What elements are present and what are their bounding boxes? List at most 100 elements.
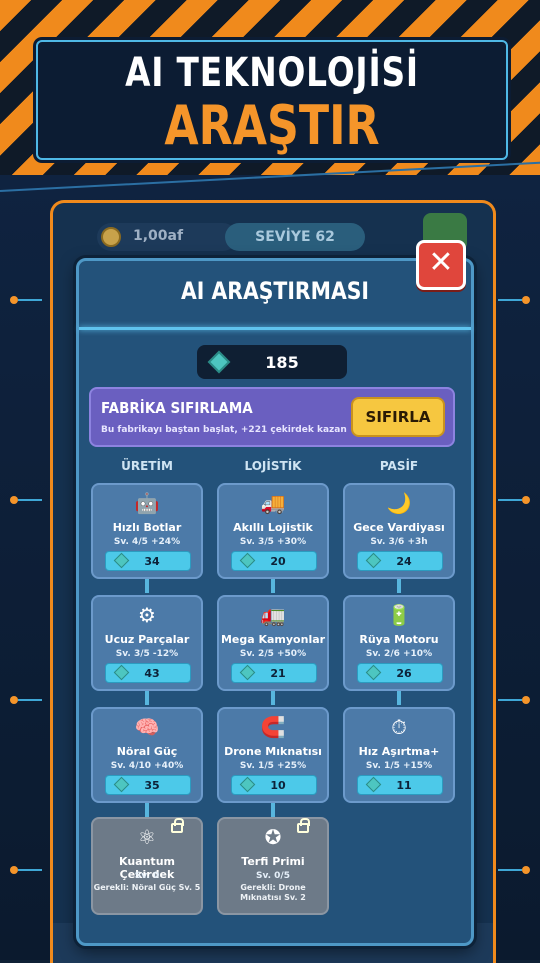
atom-icon: ⚛ — [138, 825, 156, 849]
research-name: Mega Kamyonlar — [220, 633, 326, 646]
promo-header: AI TEKNOLOJİSİ ARAŞTIR — [36, 40, 508, 160]
side-dot — [522, 296, 530, 304]
truck-icon: 🚚 — [260, 491, 286, 515]
research-cost: 11 — [396, 779, 412, 792]
research-level: Sv. 1/5 +25% — [239, 761, 307, 771]
side-dot — [522, 696, 530, 704]
research-cost-button[interactable]: 35 — [105, 775, 191, 795]
research-card[interactable]: 🚛 Mega Kamyonlar Sv. 2/5 +50% 21 — [217, 595, 329, 691]
column-header-passive: PASİF — [379, 459, 419, 473]
research-requirement: Gerekli: Nöral Güç Sv. 5 — [93, 883, 201, 892]
level-badge: SEVİYE 62 — [225, 223, 365, 251]
research-level: Sv. 4/5 +24% — [113, 537, 181, 547]
research-cost: 21 — [270, 667, 286, 680]
research-cost: 26 — [396, 667, 412, 680]
column-header-logistics: LOJİSTİK — [244, 459, 302, 473]
header-line-1: AI TEKNOLOJİSİ — [125, 50, 419, 96]
research-name: Drone Mıknatısı — [224, 745, 322, 758]
side-line — [498, 499, 522, 501]
side-dot — [10, 696, 18, 704]
tree-connector — [397, 691, 401, 705]
research-level: Sv. 3/6 +3h — [370, 537, 428, 547]
research-name: Terfi Primi — [241, 855, 305, 868]
research-card[interactable]: 🤖 Hızlı Botlar Sv. 4/5 +24% 34 — [91, 483, 203, 579]
side-line — [18, 299, 42, 301]
research-level: Sv. 1/5 +15% — [365, 761, 433, 771]
research-card[interactable]: 🧲 Drone Mıknatısı Sv. 1/5 +25% 10 — [217, 707, 329, 803]
gem-value: 185 — [265, 353, 299, 372]
research-level: Sv. 3/5 +30% — [239, 537, 307, 547]
research-card[interactable]: ⏱ Hız Aşırtma+ Sv. 1/5 +15% 11 — [343, 707, 455, 803]
robot-icon: 🤖 — [134, 491, 160, 515]
research-cost: 24 — [396, 555, 412, 568]
research-cost-button[interactable]: 11 — [357, 775, 443, 795]
factory-reset-panel: FABRİKA SIFIRLAMA Bu fabrikayı baştan ba… — [89, 387, 455, 447]
star-badge-icon: ✪ — [264, 825, 282, 849]
reset-description: Bu fabrikayı baştan başlat, +221 çekirde… — [101, 425, 347, 435]
research-name: Ucuz Parçalar — [104, 633, 190, 646]
tree-connector — [145, 579, 149, 593]
side-line — [498, 699, 522, 701]
research-level: Sv. 0/5 — [256, 871, 290, 881]
reset-title: FABRİKA SIFIRLAMA — [101, 399, 253, 417]
tree-connector — [271, 691, 275, 705]
side-dot — [522, 866, 530, 874]
research-cost-button[interactable]: 43 — [105, 663, 191, 683]
research-level: Sv. 4/10 +40% — [110, 761, 184, 771]
research-name: Hızlı Botlar — [112, 521, 182, 534]
research-cost-button[interactable]: 21 — [231, 663, 317, 683]
gear-icon: ⚙ — [138, 603, 156, 627]
modal-title: AI ARAŞTIRMASI — [180, 277, 370, 305]
reset-button[interactable]: SIFIRLA — [351, 397, 445, 437]
side-dot — [10, 496, 18, 504]
research-level: Sv. 3/5 -12% — [115, 649, 179, 659]
side-line — [18, 499, 42, 501]
research-level: Sv. 0 — [134, 871, 160, 881]
coin-value: 1,00af — [133, 228, 184, 244]
research-requirement: Gerekli: Drone Mıknatısı Sv. 2 — [240, 883, 306, 902]
moon-icon: 🌙 — [386, 491, 412, 515]
locked-research-card: ⚛ Kuantum Çekirdek Sv. 0 Gerekli: Nöral Güç… — [91, 817, 203, 915]
research-card[interactable]: 🚚 Akıllı Lojistik Sv. 3/5 +30% 20 — [217, 483, 329, 579]
research-cost: 34 — [144, 555, 160, 568]
side-dot — [10, 866, 18, 874]
coin-icon — [101, 227, 121, 247]
research-name: Gece Vardiyası — [353, 521, 445, 534]
research-cost-button[interactable]: 10 — [231, 775, 317, 795]
side-dot — [522, 496, 530, 504]
close-button[interactable]: ✕ — [416, 240, 466, 290]
coin-counter: 1,00af — [97, 223, 237, 251]
research-level: Sv. 2/5 +50% — [239, 649, 307, 659]
header-line-2: ARAŞTIR — [164, 94, 380, 157]
research-modal: AI ARAŞTIRMASI 185 FABRİKA SIFIRLAMA Bu … — [76, 258, 474, 946]
side-line — [498, 299, 522, 301]
battery-icon: 🔋 — [386, 603, 412, 627]
column-header-production: ÜRETİM — [121, 459, 173, 473]
side-line — [18, 699, 42, 701]
tree-connector — [271, 803, 275, 817]
research-card[interactable]: 🌙 Gece Vardiyası Sv. 3/6 +3h 24 — [343, 483, 455, 579]
brain-icon: 🧠 — [134, 715, 160, 739]
research-cost: 43 — [144, 667, 160, 680]
research-cost-button[interactable]: 24 — [357, 551, 443, 571]
research-level: Sv. 2/6 +10% — [365, 649, 433, 659]
research-cost-button[interactable]: 34 — [105, 551, 191, 571]
tree-connector — [271, 579, 275, 593]
research-name: Rüya Motoru — [359, 633, 439, 646]
gem-counter: 185 — [197, 345, 347, 379]
research-name: Hız Aşırtma+ — [358, 745, 440, 758]
research-cost-button[interactable]: 26 — [357, 663, 443, 683]
research-cost-button[interactable]: 20 — [231, 551, 317, 571]
research-card[interactable]: ⚙ Ucuz Parçalar Sv. 3/5 -12% 43 — [91, 595, 203, 691]
stopwatch-bolt-icon: ⏱ — [391, 715, 407, 739]
side-line — [498, 869, 522, 871]
side-dot — [10, 296, 18, 304]
research-name: Nöral Güç — [116, 745, 178, 758]
research-cost: 10 — [270, 779, 286, 792]
big-truck-icon: 🚛 — [260, 603, 286, 627]
research-name: Akıllı Lojistik — [233, 521, 313, 534]
magnet-icon: 🧲 — [260, 715, 286, 739]
research-card[interactable]: 🔋 Rüya Motoru Sv. 2/6 +10% 26 — [343, 595, 455, 691]
tree-connector — [145, 691, 149, 705]
research-card[interactable]: 🧠 Nöral Güç Sv. 4/10 +40% 35 — [91, 707, 203, 803]
